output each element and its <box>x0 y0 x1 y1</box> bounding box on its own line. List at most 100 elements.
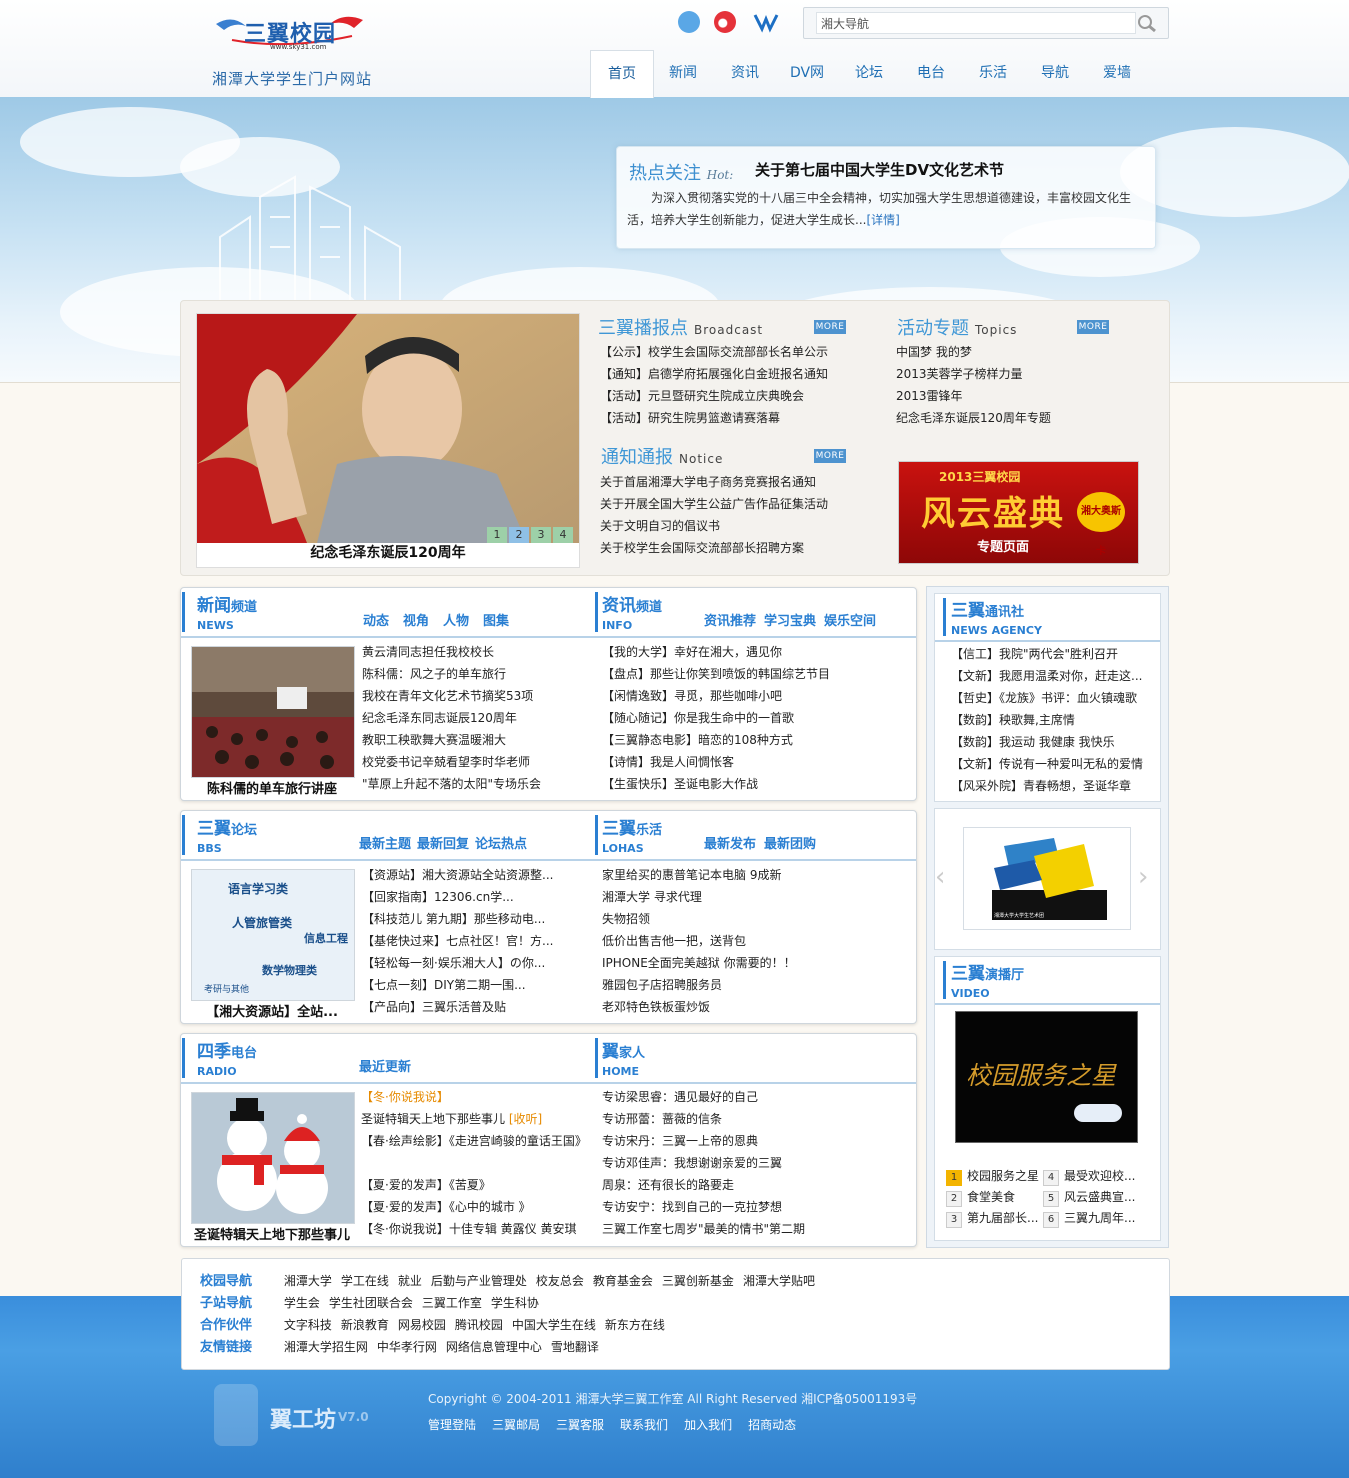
list-item[interactable]: 【盘点】那些让你笑到喷饭的韩国综艺节目 <box>602 663 907 685</box>
slide-pager-1[interactable]: 1 <box>487 527 507 543</box>
hot-more-link[interactable]: [详情] <box>866 213 899 227</box>
footer-link[interactable]: 三翼创新基金 <box>662 1274 734 1288</box>
video-rank-item[interactable]: 2 食堂美食 <box>946 1188 1015 1207</box>
list-item[interactable]: 【春·绘声绘影】《走进宫崎骏的童话王国》 <box>361 1130 586 1174</box>
list-item[interactable]: 【随心随记】你是我生命中的一首歌 <box>602 707 907 729</box>
list-item[interactable]: 专访邓佳声：我想谢谢亲爱的三翼 <box>602 1152 907 1174</box>
footer-link[interactable]: 三翼工作室 <box>422 1296 482 1310</box>
video-rank-item[interactable]: 4 最受欢迎校... <box>1043 1167 1135 1186</box>
tab-study[interactable]: 学习宝典 <box>764 614 816 629</box>
video-poster[interactable]: 校园服务之星 <box>955 1011 1138 1143</box>
list-item[interactable]: 【公示】校学生会国际交流部部长名单公示 <box>600 341 870 363</box>
list-item[interactable]: 【基佬快过来】七点社区！官！方... <box>362 930 592 952</box>
footer-link[interactable]: 学生科协 <box>491 1296 539 1310</box>
list-item[interactable]: 专访宋丹：三翼一上帝的恩典 <box>602 1130 907 1152</box>
tab-people[interactable]: 人物 <box>443 614 469 629</box>
nav-item-guide[interactable]: 导航 <box>1024 50 1086 97</box>
listen-link[interactable]: [收听] <box>509 1112 542 1126</box>
slide-pager-2[interactable]: 2 <box>509 527 529 543</box>
list-item[interactable]: "草原上升起不落的太阳"专场乐会 <box>362 773 592 795</box>
nav-item-news[interactable]: 新闻 <box>652 50 714 97</box>
list-item[interactable]: 【我的大学】幸好在湘大，遇见你 <box>602 641 907 663</box>
tab-entertainment[interactable]: 娱乐空间 <box>824 614 876 629</box>
tab-new-topics[interactable]: 最新主题 <box>359 837 411 852</box>
radio-thumbnail[interactable] <box>191 1092 355 1224</box>
site-logo[interactable]: 三翼校园 www.sky31.com <box>212 10 367 51</box>
search-input[interactable] <box>816 12 1136 34</box>
nav-item-dv[interactable]: DV网 <box>776 50 838 97</box>
tab-recommend[interactable]: 资讯推荐 <box>704 614 756 629</box>
video-rank-item[interactable]: 1 校园服务之星 <box>946 1167 1039 1186</box>
radio-thumbnail-caption[interactable]: 圣诞特辑天上地下那些事儿 <box>191 1224 353 1243</box>
broadcast-more-button[interactable]: MORE <box>814 320 846 334</box>
news-thumbnail-caption[interactable]: 陈科儒的单车旅行讲座 <box>191 778 353 797</box>
qzone-icon[interactable] <box>678 11 700 33</box>
list-item[interactable]: 【冬·你说我说】十佳专辑 黄露仪 黄安琪 <box>361 1218 586 1240</box>
footer-link[interactable]: 网络信息管理中心 <box>446 1340 542 1354</box>
nav-item-lovewall[interactable]: 爱墙 <box>1086 50 1148 97</box>
list-item[interactable]: 中国梦 我的梦 <box>896 341 1146 363</box>
list-item[interactable]: 我校在青年文化艺术节摘奖53项 <box>362 685 592 707</box>
footer-link[interactable]: 湘潭大学招生网 <box>284 1340 368 1354</box>
slide-pager-4[interactable]: 4 <box>553 527 573 543</box>
footer-nav-link[interactable]: 三翼邮局 <box>492 1418 540 1432</box>
bbs-thumbnail-caption[interactable]: 【湘大资源站】全站... <box>191 1001 353 1020</box>
list-item[interactable]: 【七点一刻】DIY第二期一围... <box>362 974 592 996</box>
gala-banner[interactable]: 2013三翼校园 风云盛典 湘大奥斯卡 专题页面 <box>898 461 1139 564</box>
list-item[interactable]: 【诗情】我是人间惆怅客 <box>602 751 907 773</box>
list-item[interactable]: 【夏·爱的发声】《苦夏》 <box>361 1174 586 1196</box>
list-item[interactable]: 【文新】我愿用温柔对你，赶走这... <box>951 665 1151 687</box>
nav-item-info[interactable]: 资讯 <box>714 50 776 97</box>
list-item[interactable]: IPHONE全面完美越狱 你需要的！！ <box>602 952 907 974</box>
video-rank-item[interactable]: 3 第九届部长... <box>946 1209 1038 1228</box>
list-item[interactable]: 低价出售吉他一把，送背包 <box>602 930 907 952</box>
tab-hot-topics[interactable]: 论坛热点 <box>475 837 527 852</box>
slide-pager-3[interactable]: 3 <box>531 527 551 543</box>
list-item[interactable]: 老邓特色铁板蛋炒饭 <box>602 996 907 1018</box>
footer-nav-link[interactable]: 招商动态 <box>748 1418 796 1432</box>
search-icon[interactable] <box>1134 12 1160 34</box>
list-item[interactable]: 【风采外院】青春畅想，圣诞华章 <box>951 775 1151 797</box>
footer-link[interactable]: 学工在线 <box>341 1274 389 1288</box>
footer-link[interactable]: 湘潭大学 <box>284 1274 332 1288</box>
list-item[interactable]: 失物招领 <box>602 908 907 930</box>
list-item[interactable]: 【通知】启德学府拓展强化白金班报名通知 <box>600 363 870 385</box>
footer-link[interactable]: 新浪教育 <box>341 1318 389 1332</box>
footer-link[interactable]: 学生会 <box>284 1296 320 1310</box>
footer-link[interactable]: 中国大学生在线 <box>512 1318 596 1332</box>
list-item[interactable]: 【数韵】我运动 我健康 我快乐 <box>951 731 1151 753</box>
list-item[interactable]: 雅园包子店招聘服务员 <box>602 974 907 996</box>
list-item[interactable]: 2013芙蓉学子榜样力量 <box>896 363 1146 385</box>
nav-item-bbs[interactable]: 论坛 <box>838 50 900 97</box>
news-thumbnail[interactable] <box>191 646 355 778</box>
list-item[interactable]: 专访梁思睿：遇见最好的自己 <box>602 1086 907 1108</box>
footer-link[interactable]: 腾讯校园 <box>455 1318 503 1332</box>
footer-link[interactable]: 后勤与产业管理处 <box>431 1274 527 1288</box>
list-item[interactable]: 关于文明自习的倡议书 <box>600 515 870 537</box>
list-item[interactable]: 关于首届湘潭大学电子商务竞赛报名通知 <box>600 471 870 493</box>
tab-new-posts[interactable]: 最新发布 <box>704 837 756 852</box>
bbs-thumbnail[interactable]: 语言学习类 人管旅管类 信息工程 数学物理类 考研与其他 <box>191 869 355 1001</box>
list-item[interactable]: 圣诞特辑天上地下那些事儿 [收听] <box>361 1108 586 1130</box>
list-item[interactable]: 【活动】元旦暨研究生院成立庆典晚会 <box>600 385 870 407</box>
list-item[interactable]: 【轻松每一刻·娱乐湘大人】の你... <box>362 952 592 974</box>
list-item[interactable]: 专访安宁：找到自己的一克拉梦想 <box>602 1196 907 1218</box>
footer-link[interactable]: 教育基金会 <box>593 1274 653 1288</box>
topics-more-button[interactable]: MORE <box>1077 320 1109 334</box>
chevron-right-icon[interactable]: › <box>1138 862 1148 892</box>
video-rank-item[interactable]: 6 三翼九周年... <box>1043 1209 1135 1228</box>
slideshow-image[interactable] <box>197 314 579 543</box>
footer-link[interactable]: 就业 <box>398 1274 422 1288</box>
footer-nav-link[interactable]: 三翼客服 <box>556 1418 604 1432</box>
carousel-image[interactable]: 湘潭大学大学生艺术团 <box>963 827 1131 930</box>
list-item[interactable]: 【生蛋快乐】圣诞电影大作战 <box>602 773 907 795</box>
list-item[interactable]: 纪念毛泽东诞辰120周年专题 <box>896 407 1146 429</box>
list-item[interactable]: 湘潭大学 寻求代理 <box>602 886 907 908</box>
footer-link[interactable]: 湘潭大学贴吧 <box>743 1274 815 1288</box>
tab-new-replies[interactable]: 最新回复 <box>417 837 469 852</box>
list-item[interactable]: 【夏·爱的发声】《心中的城市 》 <box>361 1196 586 1218</box>
footer-link[interactable]: 中华孝行网 <box>377 1340 437 1354</box>
notice-more-button[interactable]: MORE <box>814 449 846 463</box>
slideshow-caption[interactable]: 纪念毛泽东诞辰120周年 <box>197 543 579 563</box>
list-item[interactable]: 【资源站】湘大资源站全站资源整... <box>362 864 592 886</box>
